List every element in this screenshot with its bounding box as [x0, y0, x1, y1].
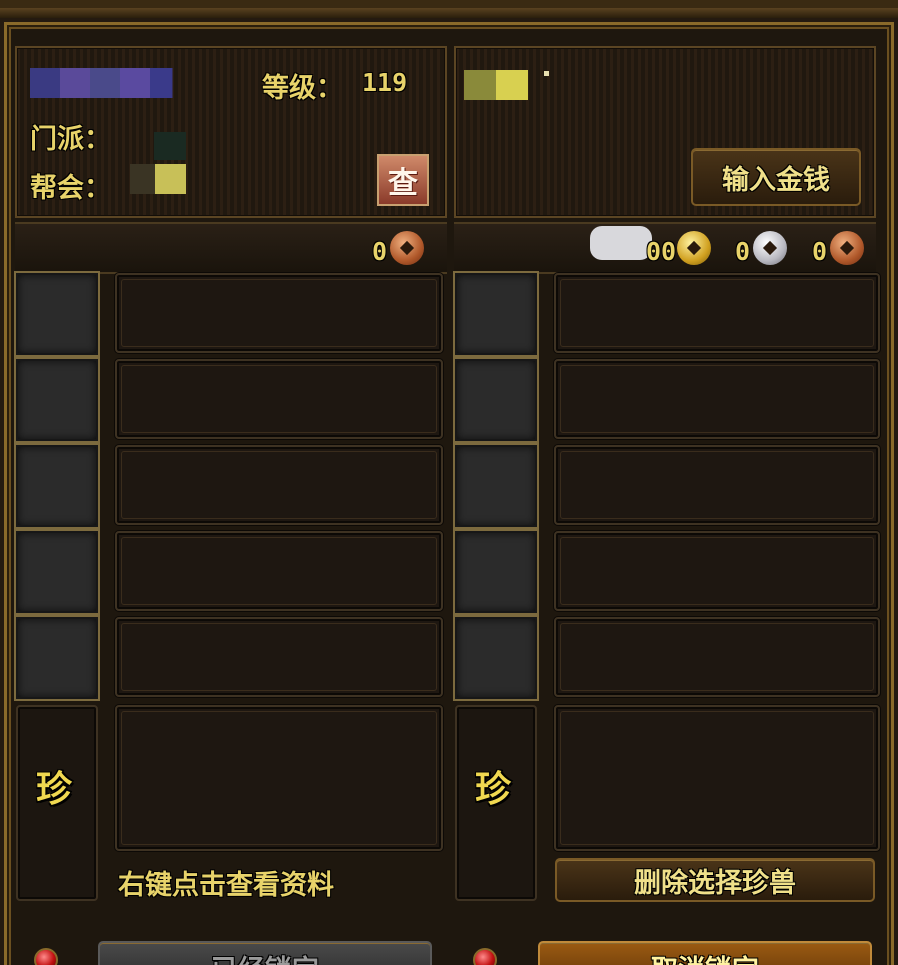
- left-level-value: 119: [362, 68, 408, 97]
- right-item-row[interactable]: [554, 445, 880, 525]
- cancel-lock-button[interactable]: 取消锁定: [538, 941, 872, 965]
- right-lock-indicator-icon: [473, 948, 497, 965]
- left-hint-text: 右键点击查看资料: [118, 870, 334, 901]
- left-player-name-redacted: [30, 68, 180, 98]
- left-pet-list[interactable]: [115, 705, 443, 851]
- gold-coin-icon: [677, 231, 711, 265]
- right-item-row[interactable]: [554, 531, 880, 611]
- left-item-row[interactable]: [115, 445, 443, 525]
- right-gold-amount: 00: [646, 237, 677, 266]
- right-item-row[interactable]: [554, 273, 880, 353]
- right-silver-amount: 0: [735, 237, 751, 266]
- left-sect-label: 门派：: [30, 124, 111, 155]
- left-guild-redacted: [130, 164, 186, 194]
- left-item-slot[interactable]: [14, 443, 100, 529]
- left-item-slot[interactable]: [14, 529, 100, 615]
- left-level-label: 等级：: [262, 73, 343, 104]
- copper-coin-icon: [830, 231, 864, 265]
- left-pet-glyph: 珍: [36, 769, 73, 810]
- right-item-slot[interactable]: [453, 529, 539, 615]
- right-pet-list[interactable]: [554, 705, 880, 851]
- left-item-row[interactable]: [115, 273, 443, 353]
- trade-window: 等级： 119 门派： 帮会： 查 输入金钱 0 00 0 0 珍 右键点击查看…: [0, 0, 898, 965]
- right-item-slot[interactable]: [453, 615, 539, 701]
- left-item-slot[interactable]: [14, 271, 100, 357]
- input-money-button[interactable]: 输入金钱: [691, 148, 861, 206]
- right-item-slot[interactable]: [453, 271, 539, 357]
- right-name-dot: [544, 71, 549, 76]
- copper-coin-icon: [390, 231, 424, 265]
- locked-status-button[interactable]: 已经锁定: [98, 941, 432, 965]
- left-item-row[interactable]: [115, 617, 443, 697]
- left-guild-label: 帮会：: [30, 173, 111, 204]
- right-copper-amount: 0: [812, 237, 828, 266]
- silver-coin-icon: [753, 231, 787, 265]
- right-item-slot[interactable]: [453, 357, 539, 443]
- right-item-row[interactable]: [554, 359, 880, 439]
- window-title-band: [0, 8, 898, 18]
- right-item-row[interactable]: [554, 617, 880, 697]
- view-player-info-button[interactable]: 查: [377, 154, 429, 206]
- left-item-slot[interactable]: [14, 357, 100, 443]
- right-item-slot[interactable]: [453, 443, 539, 529]
- delete-selected-pet-button[interactable]: 删除选择珍兽: [555, 858, 875, 902]
- left-lock-indicator-icon: [34, 948, 58, 965]
- left-item-slot[interactable]: [14, 615, 100, 701]
- right-player-name-redacted: [464, 70, 528, 100]
- left-item-row[interactable]: [115, 359, 443, 439]
- left-item-row[interactable]: [115, 531, 443, 611]
- right-gold-amount-redacted: [590, 226, 652, 260]
- left-copper-amount: 0: [372, 237, 388, 266]
- left-sect-redacted: [154, 132, 186, 160]
- right-pet-glyph: 珍: [475, 769, 512, 810]
